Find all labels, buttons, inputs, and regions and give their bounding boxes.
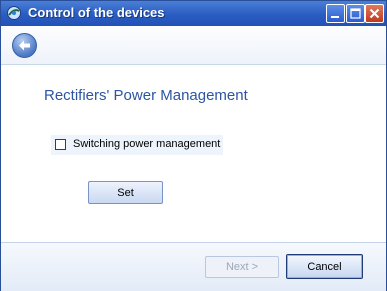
app-icon [6,5,22,21]
window-title: Control of the devices [28,5,165,20]
page-title: Rectifiers' Power Management [44,87,248,104]
cancel-button[interactable]: Cancel [286,254,363,279]
switching-power-option[interactable]: Switching power management [51,135,223,155]
navigation-bar [1,26,386,65]
maximize-button[interactable] [346,4,365,23]
maximize-icon [350,8,361,19]
switching-power-checkbox[interactable] [55,139,66,150]
back-arrow-icon [19,40,30,51]
next-button[interactable]: Next > [205,256,279,278]
title-bar[interactable]: Control of the devices [1,1,386,26]
switching-power-label[interactable]: Switching power management [73,138,220,150]
dialog-window: Control of the devices Rectifiers' Power… [0,0,387,291]
close-icon [369,8,380,19]
back-button[interactable] [12,33,37,58]
close-button[interactable] [365,4,384,23]
set-button[interactable]: Set [88,181,163,204]
minimize-icon [331,16,339,18]
minimize-button[interactable] [326,4,345,23]
